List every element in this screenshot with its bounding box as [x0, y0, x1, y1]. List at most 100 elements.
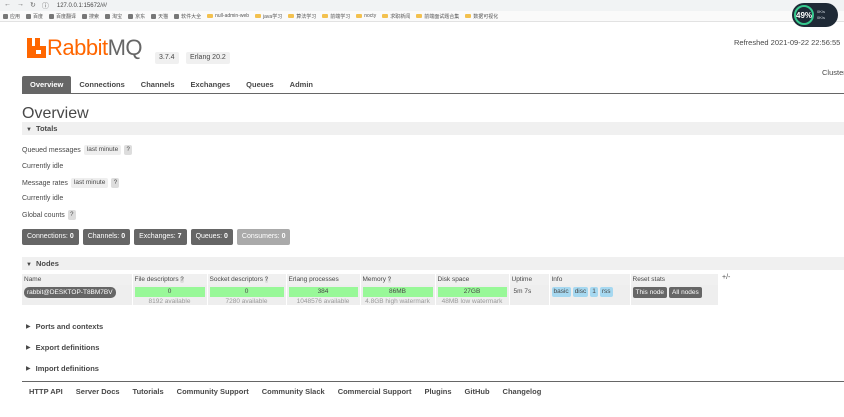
footer-link-server-docs[interactable]: Server Docs [76, 387, 120, 396]
folder-icon [288, 14, 295, 18]
exchanges-counter[interactable]: Exchanges: 7 [134, 229, 187, 245]
tab-channels[interactable]: Channels [133, 76, 183, 93]
bookmark-item[interactable]: 求职新闻 [382, 13, 410, 20]
table-row: rabbit@DESKTOP-T8BM7BV 0 8192 available 0… [22, 285, 719, 305]
bookmark-item[interactable]: 应用 [3, 13, 20, 20]
footer-link-changelog[interactable]: Changelog [503, 387, 542, 396]
bookmark-item[interactable]: null-admin-web [207, 13, 249, 19]
footer-link-community-slack[interactable]: Community Slack [262, 387, 325, 396]
memory-cell: 86MB 4.8GB high watermark [360, 285, 436, 305]
tab-overview[interactable]: Overview [22, 76, 72, 93]
folder-icon [382, 14, 389, 18]
info-tag-basic[interactable]: basic [551, 287, 571, 297]
node-name-link[interactable]: rabbit@DESKTOP-T8BM7BV [24, 287, 116, 298]
bookmark-item[interactable]: 搜索 [82, 13, 99, 20]
footer-link-http-api[interactable]: HTTP API [29, 387, 63, 396]
idle-text: Currently idle [22, 163, 64, 170]
import-definitions-section[interactable]: ▶ Import definitions [26, 364, 99, 373]
footer-link-tutorials[interactable]: Tutorials [133, 387, 164, 396]
tab-admin[interactable]: Admin [282, 76, 321, 93]
refreshed-timestamp[interactable]: Refreshed 2021-09-22 22:56:55 [734, 38, 840, 47]
site-icon [26, 13, 32, 19]
info-tag-count[interactable]: 1 [590, 287, 598, 297]
totals-section-header[interactable]: ▼ Totals [22, 122, 844, 135]
site-icon [105, 13, 111, 19]
help-icon[interactable]: ? [387, 276, 392, 283]
tab-connections[interactable]: Connections [71, 76, 132, 93]
channels-counter[interactable]: Channels: 0 [82, 229, 131, 245]
last-minute-select[interactable]: last minute [83, 145, 122, 155]
bookmark-item[interactable]: nocty [356, 13, 376, 19]
bookmarks-bar: 应用 百度 百度翻译 搜索 淘宝 京东 天猫 软件大全 null-admin-web java学习… [0, 11, 844, 22]
network-stats: 0K/s 0K/s [817, 9, 826, 20]
footer-link-plugins[interactable]: Plugins [424, 387, 451, 396]
idle-text: Currently idle [22, 195, 64, 202]
info-icon[interactable]: ⓘ [42, 1, 49, 11]
reset-this-node-button[interactable]: This node [632, 287, 668, 298]
reload-icon[interactable]: ↻ [30, 1, 36, 11]
rabbitmq-logo[interactable]: RabbitMQ [27, 37, 143, 59]
help-icon[interactable]: ? [180, 276, 184, 283]
footer-link-community-support[interactable]: Community Support [177, 387, 249, 396]
col-erlang-processes: Erlang processes [286, 274, 361, 285]
col-disk-space: Disk space [435, 274, 510, 285]
bookmark-item[interactable]: 天猫 [151, 13, 168, 20]
info-tag-disc[interactable]: disc [572, 287, 589, 297]
browser-toolbar: ← → ↻ ⓘ 127.0.0.1:15672/#/ [0, 0, 844, 11]
bookmark-item[interactable]: 前端学习 [322, 13, 350, 20]
help-icon[interactable]: ? [264, 276, 269, 283]
disk-cell: 27GB 48MB low watermark [435, 285, 510, 305]
footer-links: HTTP API Server Docs Tutorials Community… [29, 387, 541, 396]
export-definitions-section[interactable]: ▶ Export definitions [26, 343, 99, 352]
bookmark-item[interactable]: 百度 [26, 13, 43, 20]
bookmark-item[interactable]: 百度翻译 [49, 13, 76, 20]
columns-toggle[interactable]: +/- [722, 274, 730, 281]
folder-icon [207, 14, 214, 18]
tab-queues[interactable]: Queues [238, 76, 282, 93]
rabbitmq-logo-icon [27, 38, 46, 58]
bookmark-item[interactable]: 前端面试题合集 [416, 13, 459, 20]
folder-icon [255, 14, 262, 18]
bookmark-item[interactable]: 数据可视化 [465, 13, 498, 20]
footer-divider [22, 381, 844, 382]
last-minute-select[interactable]: last minute [70, 178, 109, 188]
back-icon[interactable]: ← [4, 1, 11, 11]
ports-and-contexts-section[interactable]: ▶ Ports and contexts [26, 322, 103, 331]
message-rates-row: Message rates last minute ? [22, 178, 120, 188]
erlang-version: Erlang 20.2 [186, 52, 230, 64]
help-icon[interactable]: ? [67, 210, 76, 220]
help-icon[interactable]: ? [111, 178, 120, 188]
address-bar[interactable]: 127.0.0.1:15672/#/ [57, 3, 107, 9]
queues-counter[interactable]: Queues: 0 [190, 229, 233, 245]
folder-icon [465, 14, 472, 18]
bookmark-item[interactable]: java学习 [255, 13, 282, 20]
consumers-counter[interactable]: Consumers: 0 [236, 229, 291, 245]
site-icon [151, 13, 157, 19]
connections-counter[interactable]: Connections: 0 [22, 229, 79, 245]
col-name: Name [22, 274, 133, 285]
info-tag-rss[interactable]: rss [599, 287, 613, 297]
browser-nav: ← → ↻ ⓘ [4, 1, 49, 11]
sd-cell: 0 7280 available [207, 285, 287, 305]
expand-triangle-icon: ▶ [26, 324, 31, 330]
network-monitor-widget[interactable]: 49% 0K/s 0K/s [792, 3, 838, 27]
footer-link-commercial-support[interactable]: Commercial Support [338, 387, 412, 396]
footer-link-github[interactable]: GitHub [465, 387, 490, 396]
tab-exchanges[interactable]: Exchanges [183, 76, 239, 93]
reset-all-nodes-button[interactable]: All nodes [669, 287, 702, 298]
memory-bar: 86MB [362, 287, 433, 297]
nodes-section-header[interactable]: ▼ Nodes [22, 257, 844, 270]
bookmark-item[interactable]: 软件大全 [174, 13, 201, 20]
forward-icon[interactable]: → [17, 1, 24, 11]
cpu-percent: 49% [794, 5, 814, 25]
uptime-cell: 5m 7s [509, 285, 550, 305]
sd-bar: 0 [209, 287, 284, 297]
bookmark-item[interactable]: 算法学习 [288, 13, 316, 20]
help-icon[interactable]: ? [124, 145, 133, 155]
col-info: Info [549, 274, 631, 285]
bookmark-item[interactable]: 淘宝 [105, 13, 122, 20]
bookmark-item[interactable]: 京东 [128, 13, 145, 20]
ep-bar: 384 [288, 287, 358, 297]
fd-bar: 0 [134, 287, 205, 297]
site-icon [82, 13, 88, 19]
